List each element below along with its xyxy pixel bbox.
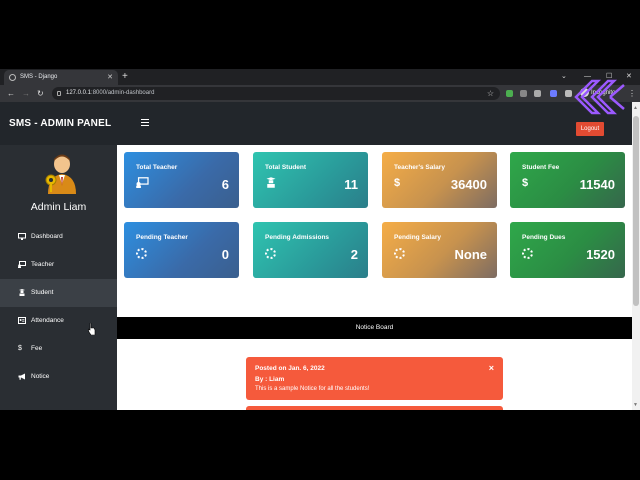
notice-card: Posted on Jan. 6, 2022 By : Liam This is… bbox=[246, 357, 503, 400]
top-navbar: SMS - ADMIN PANEL Logout bbox=[0, 102, 632, 145]
address-bar-row: ← → ↻ 127.0.0.1:8000/admin-dashboard ☆ I… bbox=[0, 85, 640, 102]
stat-card-total-student: Total Student 11 bbox=[253, 152, 368, 208]
card-label: Student Fee bbox=[522, 164, 560, 171]
card-value: None bbox=[454, 247, 488, 262]
stat-card-pending-dues: Pending Dues 1520 bbox=[510, 222, 625, 278]
logout-button[interactable]: Logout bbox=[576, 122, 604, 136]
card-label: Pending Teacher bbox=[136, 234, 188, 241]
sidebar-item-dashboard[interactable]: Dashboard bbox=[0, 223, 117, 251]
spinner-icon bbox=[265, 248, 276, 259]
reload-icon[interactable]: ↻ bbox=[37, 85, 44, 102]
app-viewport: SMS - ADMIN PANEL Logout Admin Liam Dash… bbox=[0, 102, 640, 410]
card-value: 0 bbox=[221, 247, 229, 262]
kebab-menu-icon[interactable]: ⋮ bbox=[628, 85, 636, 102]
forward-arrow-icon[interactable]: → bbox=[22, 85, 30, 102]
chalkboard-icon bbox=[136, 177, 149, 191]
card-label: Pending Admissions bbox=[265, 234, 330, 241]
megaphone-icon bbox=[18, 373, 26, 380]
sidebar-item-attendance[interactable]: Attendance bbox=[0, 307, 117, 335]
sidebar-item-fee[interactable]: $ Fee bbox=[0, 335, 117, 363]
chalkboard-icon bbox=[18, 261, 26, 268]
sidebar-item-label: Student bbox=[31, 289, 54, 296]
stat-card-pending-teacher: Pending Teacher 0 bbox=[124, 222, 239, 278]
sidebar-item-label: Notice bbox=[31, 373, 50, 380]
card-value: 6 bbox=[221, 177, 229, 192]
extension-icon[interactable] bbox=[534, 90, 541, 97]
sidebar-item-notice[interactable]: Notice bbox=[0, 363, 117, 391]
spinner-icon bbox=[136, 248, 147, 259]
card-label: Teacher's Salary bbox=[394, 164, 445, 171]
tab-title: SMS - Django bbox=[20, 74, 58, 80]
close-tab-icon[interactable]: ✕ bbox=[107, 70, 113, 85]
mouse-pointer-icon bbox=[88, 323, 96, 335]
new-tab-icon[interactable]: + bbox=[122, 69, 128, 85]
sidebar-item-label: Attendance bbox=[31, 317, 64, 324]
stat-card-teachers-salary: Teacher's Salary $ 36400 bbox=[382, 152, 497, 208]
brand-title: SMS - ADMIN PANEL bbox=[9, 118, 112, 129]
url-host: 127.0.0.1 bbox=[66, 90, 92, 96]
close-icon[interactable]: × bbox=[489, 363, 494, 373]
browser-tab-bar: SMS - Django ✕ + ⌄ — ☐ ✕ bbox=[0, 69, 640, 85]
extension-icon[interactable] bbox=[506, 90, 513, 97]
dollar-icon: $ bbox=[522, 177, 529, 189]
notice-board-header: Notice Board bbox=[117, 317, 632, 339]
monitor-icon bbox=[18, 233, 26, 240]
sidebar-item-student[interactable]: Student bbox=[0, 279, 117, 307]
card-value: 36400 bbox=[450, 177, 487, 192]
hamburger-menu-icon[interactable] bbox=[141, 119, 149, 126]
card-value: 11 bbox=[344, 177, 358, 192]
card-label: Pending Salary bbox=[394, 234, 441, 241]
student-icon bbox=[18, 289, 26, 296]
star-icon[interactable]: ☆ bbox=[487, 87, 494, 100]
admin-name: Admin Liam bbox=[30, 201, 87, 213]
notice-card-partial bbox=[246, 406, 503, 410]
dollar-icon: $ bbox=[394, 177, 401, 189]
student-icon bbox=[265, 177, 277, 191]
sidebar-item-teacher[interactable]: Teacher bbox=[0, 251, 117, 279]
browser-tab[interactable]: SMS - Django ✕ bbox=[4, 70, 118, 85]
channel-watermark-icon bbox=[574, 79, 625, 115]
scroll-down-icon[interactable]: ▼ bbox=[633, 402, 638, 408]
sidebar-item-label: Fee bbox=[31, 345, 43, 352]
stat-card-pending-salary: Pending Salary None bbox=[382, 222, 497, 278]
stat-card-total-teacher: Total Teacher 6 bbox=[124, 152, 239, 208]
spinner-icon bbox=[394, 248, 405, 259]
extension-icon[interactable] bbox=[550, 90, 557, 97]
screen: SMS - Django ✕ + ⌄ — ☐ ✕ ← → ↻ 127.0.0.1… bbox=[0, 0, 640, 480]
sidebar: Admin Liam Dashboard Teacher Student Att… bbox=[0, 145, 117, 410]
id-card-icon bbox=[18, 317, 26, 324]
scrollbar-thumb[interactable] bbox=[633, 116, 639, 306]
card-value: 2 bbox=[350, 247, 358, 262]
sidebar-item-label: Dashboard bbox=[31, 233, 63, 240]
notice-author: By : Liam bbox=[255, 376, 285, 383]
card-value: 1520 bbox=[586, 247, 615, 262]
spinner-icon bbox=[522, 248, 533, 259]
back-arrow-icon[interactable]: ← bbox=[7, 85, 15, 102]
url-path: :8000/admin-dashboard bbox=[91, 90, 155, 96]
globe-icon bbox=[9, 74, 16, 81]
chevron-down-icon[interactable]: ⌄ bbox=[561, 69, 567, 85]
url-field[interactable]: 127.0.0.1:8000/admin-dashboard ☆ bbox=[52, 87, 500, 100]
admin-avatar-icon bbox=[45, 154, 76, 194]
stat-card-pending-admissions: Pending Admissions 2 bbox=[253, 222, 368, 278]
stat-card-student-fee: Student Fee $ 11540 bbox=[510, 152, 625, 208]
puzzle-icon[interactable] bbox=[565, 90, 572, 97]
card-label: Pending Dues bbox=[522, 234, 566, 241]
page-scrollbar[interactable]: ▲ ▼ bbox=[632, 102, 640, 410]
dollar-icon: $ bbox=[18, 345, 22, 352]
card-label: Total Teacher bbox=[136, 164, 178, 171]
info-icon[interactable] bbox=[57, 91, 61, 96]
scroll-up-icon[interactable]: ▲ bbox=[633, 105, 638, 111]
notice-date: Posted on Jan. 6, 2022 bbox=[255, 365, 325, 372]
card-label: Total Student bbox=[265, 164, 307, 171]
sidebar-item-label: Teacher bbox=[31, 261, 55, 268]
extension-icon[interactable] bbox=[520, 90, 527, 97]
notice-message: This is a sample Notice for all the stud… bbox=[255, 386, 370, 392]
card-value: 11540 bbox=[579, 177, 615, 192]
